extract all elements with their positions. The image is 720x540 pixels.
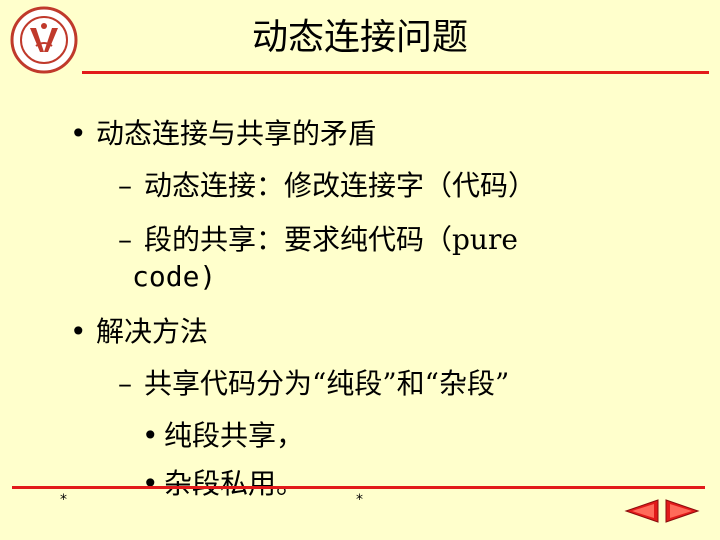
- sub-bullet-item: – 动态连接：修改连接字（代码）: [118, 164, 536, 204]
- bullet-marker: •: [70, 117, 87, 150]
- sub-bullet-item: – 段的共享：要求纯代码（pure: [118, 218, 518, 258]
- bullet-marker: •: [142, 419, 159, 452]
- footer-mark-left: *: [60, 492, 67, 508]
- sub-sub-bullet-item: • 杂段私用。: [142, 462, 304, 502]
- sub-bullet-item: – 共享代码分为“纯段”和“杂段”: [118, 362, 509, 402]
- prev-slide-button[interactable]: [624, 498, 660, 524]
- title-divider: [82, 71, 709, 74]
- bullet-marker: •: [142, 467, 159, 500]
- bullet-item: • 动态连接与共享的矛盾: [70, 112, 376, 152]
- footer-mark-center: *: [356, 492, 363, 508]
- next-arrow-icon: [665, 499, 700, 523]
- footer-divider: [12, 486, 705, 489]
- bullet-text: 动态连接：修改连接字（代码）: [144, 169, 537, 202]
- next-slide-button[interactable]: [664, 498, 700, 524]
- bullet-text: 解决方法: [96, 315, 209, 348]
- bullet-text: 段的共享：要求纯代码（pure: [144, 223, 518, 256]
- bullet-text: 动态连接与共享的矛盾: [96, 117, 377, 150]
- bullet-item: • 解决方法: [70, 310, 208, 350]
- bullet-text: 纯段共享，: [164, 419, 305, 452]
- bullet-marker: •: [70, 315, 87, 348]
- bullet-text: code): [132, 260, 217, 293]
- slide-title-text: 动态连接问题: [251, 17, 468, 58]
- dash-marker: –: [118, 367, 132, 400]
- bullet-text: 杂段私用。: [164, 467, 305, 500]
- dash-marker: –: [118, 169, 132, 202]
- dash-marker: –: [118, 223, 132, 256]
- bullet-continuation: code): [132, 260, 216, 293]
- sub-sub-bullet-item: • 纯段共享，: [142, 414, 304, 454]
- prev-arrow-icon: [624, 499, 659, 523]
- bullet-text: 共享代码分为“纯段”和“杂段”: [144, 367, 510, 400]
- slide-title: 动态连接问题: [0, 16, 720, 60]
